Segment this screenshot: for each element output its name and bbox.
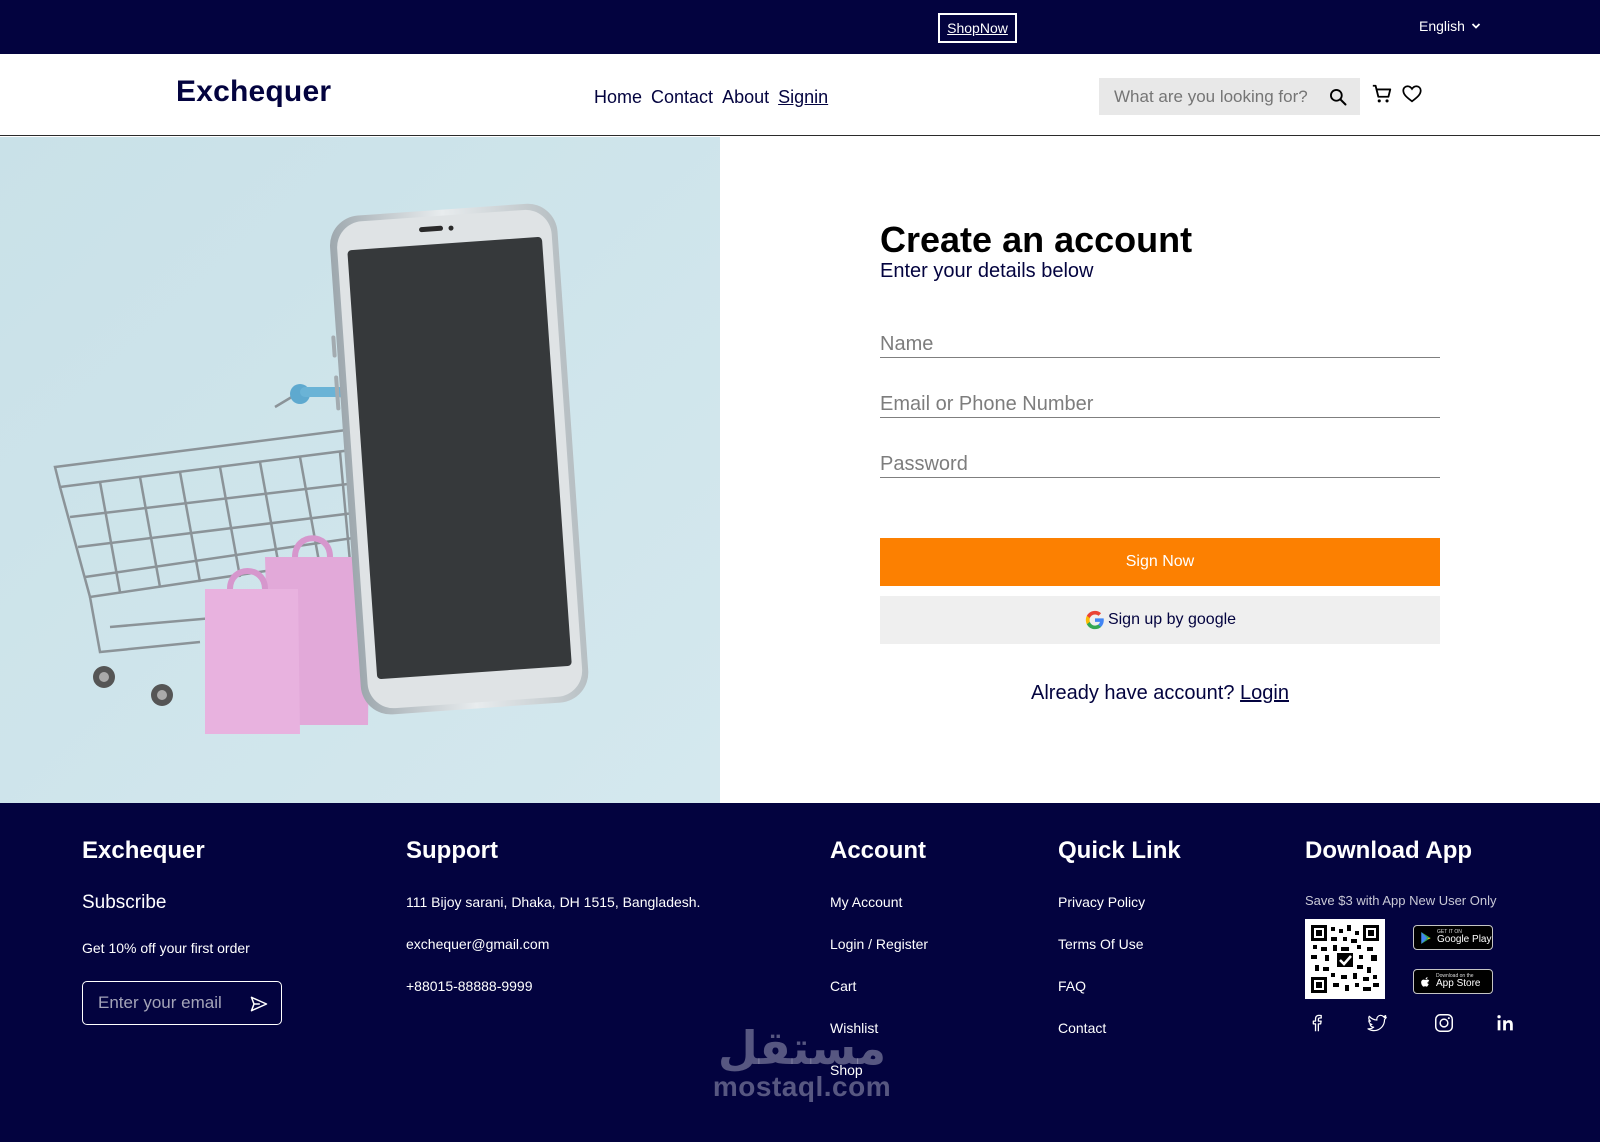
page-subtitle: Enter your details below (880, 260, 1094, 282)
cart-icon[interactable] (1371, 83, 1393, 105)
search-icon[interactable] (1328, 87, 1348, 107)
search-box (1099, 78, 1360, 115)
footer-brand-title: Exchequer (82, 837, 205, 864)
heart-icon[interactable] (1401, 83, 1423, 105)
send-icon[interactable] (249, 994, 269, 1014)
google-play-badge[interactable]: GET IT ON Google Play (1413, 925, 1493, 950)
apple-icon (1421, 976, 1430, 987)
nav-about[interactable]: About (722, 87, 769, 108)
instagram-icon[interactable] (1433, 1012, 1455, 1034)
google-play-text: GET IT ON Google Play (1437, 930, 1491, 945)
watermark: مستقل mostaql.com (702, 1025, 902, 1103)
footer-link-login-register[interactable]: Login / Register (830, 936, 928, 952)
email-phone-field[interactable] (880, 386, 1440, 417)
nav-signin[interactable]: Signin (778, 87, 828, 108)
google-icon (1085, 610, 1104, 630)
page-title: Create an account (880, 219, 1193, 260)
qr-code-icon (1311, 925, 1379, 993)
footer-link-terms[interactable]: Terms Of Use (1058, 936, 1144, 952)
twitter-icon[interactable] (1366, 1012, 1388, 1034)
support-address: 111 Bijoy sarani, Dhaka, DH 1515, Bangla… (406, 894, 701, 910)
subscribe-email-input[interactable] (98, 993, 243, 1013)
announcement-bar: ShopNow English (0, 0, 1600, 54)
support-phone[interactable]: +88015-88888-9999 (406, 978, 533, 994)
support-email[interactable]: exchequer@gmail.com (406, 936, 549, 952)
login-prompt: Already have account? Login (880, 682, 1440, 705)
name-field-wrapper (880, 326, 1440, 358)
footer-support-title: Support (406, 837, 498, 864)
main-nav: Home Contact About Signin (594, 87, 828, 108)
google-play-label: Google Play (1437, 934, 1492, 945)
footer-link-cart[interactable]: Cart (830, 978, 856, 994)
site-footer: Exchequer Subscribe Get 10% off your fir… (0, 803, 1600, 1142)
login-prompt-text: Already have account? (1031, 682, 1235, 704)
email-field-wrapper (880, 386, 1440, 418)
offer-text: Get 10% off your first order (82, 940, 250, 956)
app-store-text: Download on the App Store (1436, 974, 1480, 989)
nav-home[interactable]: Home (594, 87, 642, 108)
linkedin-icon[interactable] (1494, 1012, 1516, 1034)
facebook-icon[interactable] (1306, 1012, 1328, 1034)
footer-download-title: Download App (1305, 837, 1473, 864)
password-field-wrapper (880, 446, 1440, 478)
google-signup-button[interactable]: Sign up by google (880, 596, 1440, 644)
footer-link-contact[interactable]: Contact (1058, 1020, 1106, 1036)
search-input[interactable] (1114, 86, 1324, 107)
subscribe-form (82, 981, 282, 1025)
footer-link-faq[interactable]: FAQ (1058, 978, 1086, 994)
sign-now-button[interactable]: Sign Now (880, 538, 1440, 586)
name-field[interactable] (880, 326, 1440, 357)
password-field[interactable] (880, 446, 1440, 477)
footer-link-privacy[interactable]: Privacy Policy (1058, 894, 1145, 910)
nav-contact[interactable]: Contact (651, 87, 713, 108)
qr-code (1305, 919, 1385, 999)
footer-account-title: Account (830, 837, 926, 864)
logo[interactable]: Exchequer (176, 75, 331, 109)
language-selector[interactable]: English (1419, 18, 1481, 34)
footer-quicklink-title: Quick Link (1058, 837, 1181, 864)
watermark-arabic: مستقل (717, 1021, 887, 1075)
site-header: Exchequer Home Contact About Signin (0, 54, 1600, 136)
login-link[interactable]: Login (1240, 682, 1289, 704)
shopping-cart-phone-illustration (0, 137, 720, 803)
footer-link-my-account[interactable]: My Account (830, 894, 902, 910)
app-store-badge[interactable]: Download on the App Store (1413, 969, 1493, 994)
shop-now-link[interactable]: ShopNow (938, 13, 1017, 43)
chevron-down-icon (1471, 23, 1481, 29)
google-button-label: Sign up by google (1107, 611, 1237, 628)
subscribe-label: Subscribe (82, 892, 167, 913)
hero-image (0, 137, 720, 803)
language-label: English (1419, 18, 1465, 34)
watermark-url: mostaql.com (712, 1071, 892, 1102)
google-play-icon (1421, 931, 1431, 944)
app-promo-text: Save $3 with App New User Only (1305, 893, 1497, 908)
app-store-label: App Store (1436, 978, 1481, 989)
